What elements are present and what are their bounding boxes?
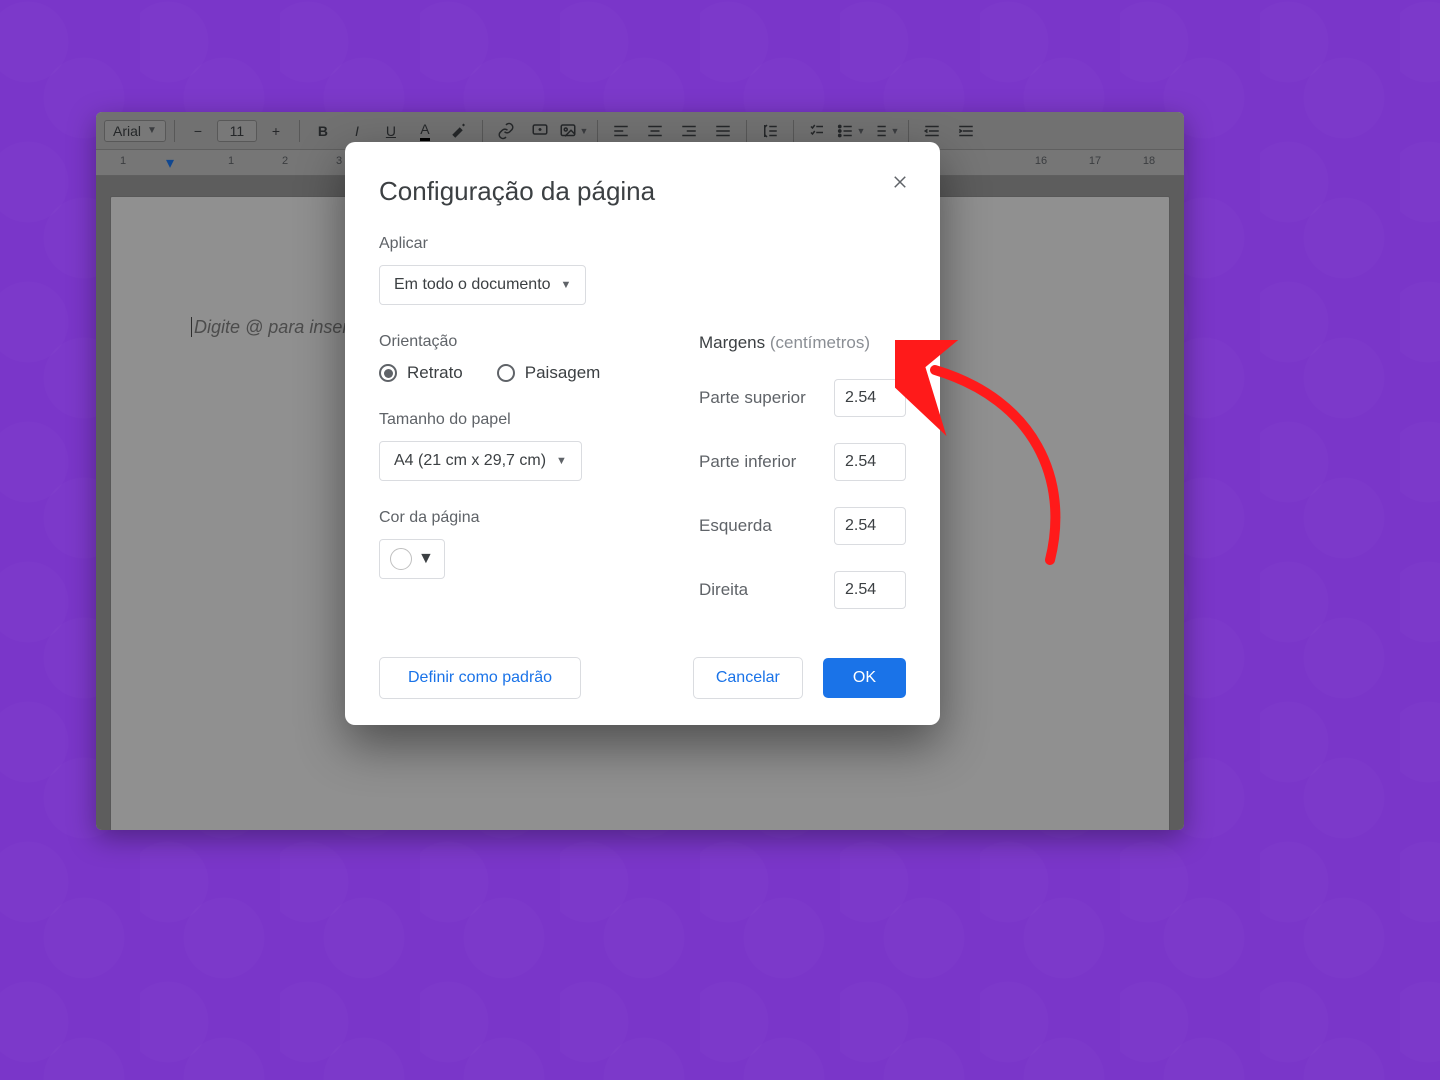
margin-bottom-input[interactable] [834, 443, 906, 481]
page-setup-dialog: Configuração da página Aplicar Em todo o… [345, 142, 940, 725]
orientation-portrait-radio[interactable]: Retrato [379, 363, 463, 383]
chevron-down-icon: ▼ [561, 279, 572, 291]
apply-to-label: Aplicar [379, 235, 906, 253]
margin-right-label: Direita [699, 580, 748, 600]
margin-top-label: Parte superior [699, 388, 806, 408]
chevron-down-icon: ▼ [556, 455, 567, 467]
set-as-default-button[interactable]: Definir como padrão [379, 657, 581, 699]
chevron-down-icon: ▼ [418, 550, 434, 568]
margin-bottom-label: Parte inferior [699, 452, 796, 472]
margin-left-label: Esquerda [699, 516, 772, 536]
margin-right-input[interactable] [834, 571, 906, 609]
cancel-button[interactable]: Cancelar [693, 657, 803, 699]
close-icon [891, 173, 909, 191]
margin-left-input[interactable] [834, 507, 906, 545]
orientation-label: Orientação [379, 333, 639, 351]
dialog-title: Configuração da página [379, 176, 906, 207]
apply-to-select[interactable]: Em todo o documento ▼ [379, 265, 586, 305]
close-button[interactable] [886, 168, 914, 196]
page-color-label: Cor da página [379, 509, 639, 527]
ok-button[interactable]: OK [823, 658, 906, 698]
apply-to-value: Em todo o documento [394, 276, 551, 294]
margins-heading: Margens (centímetros) [699, 333, 906, 353]
paper-size-label: Tamanho do papel [379, 411, 639, 429]
radio-unchecked-icon [497, 364, 515, 382]
paper-size-value: A4 (21 cm x 29,7 cm) [394, 452, 546, 470]
radio-checked-icon [379, 364, 397, 382]
page-color-picker[interactable]: ▼ [379, 539, 445, 579]
paper-size-select[interactable]: A4 (21 cm x 29,7 cm) ▼ [379, 441, 582, 481]
orientation-landscape-radio[interactable]: Paisagem [497, 363, 601, 383]
margin-top-input[interactable] [834, 379, 906, 417]
color-swatch-icon [390, 548, 412, 570]
